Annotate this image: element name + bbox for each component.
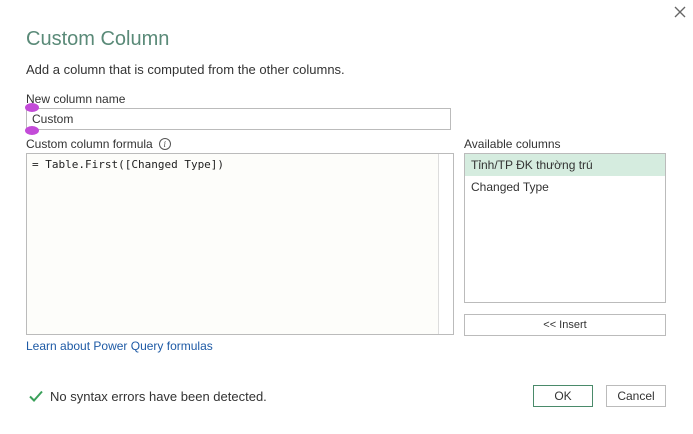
syntax-status-text: No syntax errors have been detected. [50, 388, 267, 404]
info-icon[interactable]: i [158, 138, 171, 150]
ok-button[interactable]: OK [533, 385, 593, 407]
selection-handle-top[interactable] [25, 103, 39, 112]
column-name-input[interactable] [26, 108, 451, 130]
formula-editor[interactable]: = Table.First([Changed Type]) [26, 153, 454, 335]
selection-handle-bottom[interactable] [25, 126, 39, 135]
formula-label-row: Custom column formula i [26, 137, 171, 151]
available-columns-list[interactable]: Tỉnh/TP ĐK thường trú Changed Type [464, 153, 666, 303]
formula-label: Custom column formula [26, 137, 153, 151]
formula-scrollbar[interactable] [438, 154, 453, 334]
check-icon [28, 388, 44, 404]
available-columns-label: Available columns [464, 137, 561, 151]
syntax-status: No syntax errors have been detected. [28, 388, 267, 404]
dialog-title: Custom Column [26, 28, 170, 50]
insert-button[interactable]: << Insert [464, 314, 666, 336]
cancel-button[interactable]: Cancel [606, 385, 666, 407]
formula-text[interactable]: = Table.First([Changed Type]) [32, 158, 224, 171]
close-icon [674, 6, 686, 18]
close-button[interactable] [671, 3, 689, 21]
column-name-label: New column name [26, 92, 126, 106]
learn-formulas-link[interactable]: Learn about Power Query formulas [26, 339, 213, 353]
available-column-item[interactable]: Tỉnh/TP ĐK thường trú [465, 154, 665, 176]
available-column-item[interactable]: Changed Type [465, 176, 665, 198]
dialog-subtitle: Add a column that is computed from the o… [26, 62, 345, 77]
